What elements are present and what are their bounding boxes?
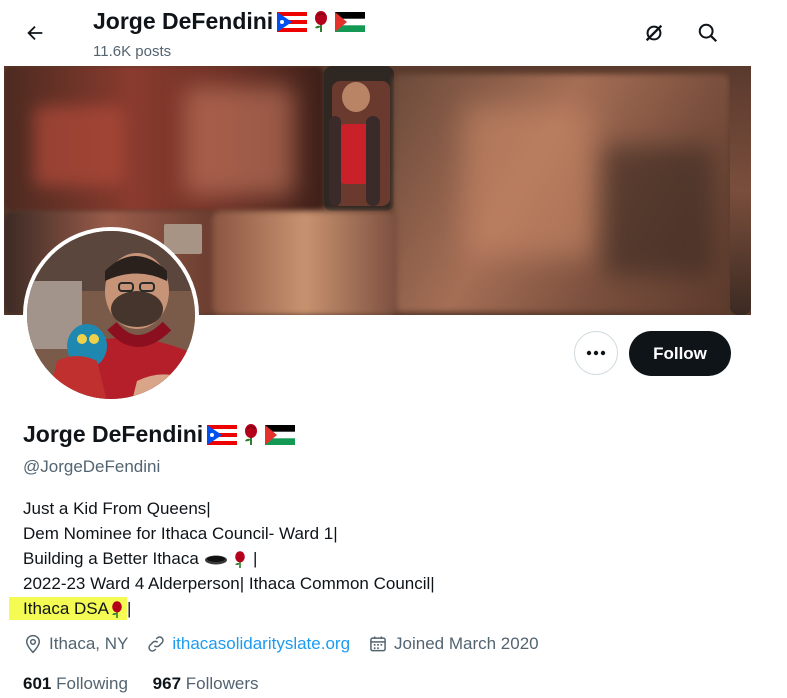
bio-highlight: Ithaca DSA	[9, 597, 127, 620]
joined-item: Joined March 2020	[368, 634, 539, 654]
followers-count: 967	[152, 674, 182, 693]
following-count: 601	[23, 674, 52, 693]
grok-icon	[645, 24, 663, 42]
bio-line-3-text: Building a Better Ithaca	[23, 549, 204, 568]
more-dots-icon	[586, 350, 606, 356]
rose-icon	[235, 550, 246, 568]
profile-bio: Just a Kid From Queens| Dem Nominee for …	[9, 496, 435, 621]
bio-line-5-end: |	[127, 599, 132, 618]
follow-button[interactable]: Follow	[629, 331, 731, 376]
manhole-icon	[204, 555, 227, 565]
header-name-text: Jorge DeFendini	[93, 8, 274, 34]
bio-line-5: Ithaca DSA |	[9, 596, 435, 621]
palestine-flag-icon	[265, 424, 296, 445]
following-link[interactable]: 601 Following	[23, 674, 128, 693]
website-item[interactable]: ithacasolidarityslate.org	[146, 634, 350, 654]
rose-icon	[245, 423, 258, 445]
puerto-rico-flag-icon	[277, 11, 308, 32]
follow-stats: 601 Following 967 Followers	[23, 674, 279, 694]
avatar-photo	[27, 231, 195, 399]
profile-handle: @JorgeDeFendini	[23, 457, 161, 476]
followers-label: Followers	[185, 674, 259, 693]
joined-text: Joined March 2020	[394, 634, 539, 653]
location-text: Ithaca, NY	[49, 634, 129, 653]
header-name: Jorge DeFendini	[93, 8, 366, 35]
search-button[interactable]	[691, 16, 725, 50]
profile-avatar[interactable]	[23, 227, 199, 403]
calendar-icon	[370, 636, 386, 652]
following-label: Following	[56, 674, 128, 693]
more-options-button[interactable]	[574, 331, 618, 375]
website-link[interactable]: ithacasolidarityslate.org	[172, 634, 350, 654]
location-item: Ithaca, NY	[23, 634, 128, 654]
bio-line-5-text: Ithaca DSA	[23, 599, 109, 618]
puerto-rico-flag-icon	[207, 424, 238, 445]
bio-line-1: Just a Kid From Queens|	[23, 499, 211, 518]
link-icon	[148, 636, 165, 652]
bio-line-3: Building a Better Ithaca |	[23, 546, 435, 571]
location-pin-icon	[25, 634, 41, 654]
rose-icon	[112, 600, 122, 618]
back-arrow-icon	[27, 25, 43, 41]
palestine-flag-icon	[335, 11, 366, 32]
display-name-text: Jorge DeFendini	[23, 421, 204, 447]
bio-line-2: Dem Nominee for Ithaca Council- Ward 1|	[23, 524, 338, 543]
grok-button[interactable]	[637, 16, 671, 50]
search-icon	[698, 23, 718, 43]
bio-line-3-end: |	[252, 549, 258, 568]
page-margin	[752, 0, 787, 698]
profile-meta: Ithaca, NY ithacasolidarityslate.org Joi…	[23, 634, 557, 654]
bio-line-4: 2022-23 Ward 4 Alderperson| Ithaca Commo…	[23, 574, 435, 593]
profile-display-name: Jorge DeFendini	[23, 421, 296, 448]
top-bar: Jorge DeFendini 11.6K posts	[0, 0, 752, 66]
rose-icon	[315, 10, 328, 32]
header-post-count: 11.6K posts	[93, 43, 172, 60]
profile-page: Jorge DeFendini 11.6K posts Follow Jorge…	[0, 0, 753, 698]
followers-link[interactable]: 967 Followers	[153, 674, 259, 693]
back-button[interactable]	[18, 16, 52, 50]
